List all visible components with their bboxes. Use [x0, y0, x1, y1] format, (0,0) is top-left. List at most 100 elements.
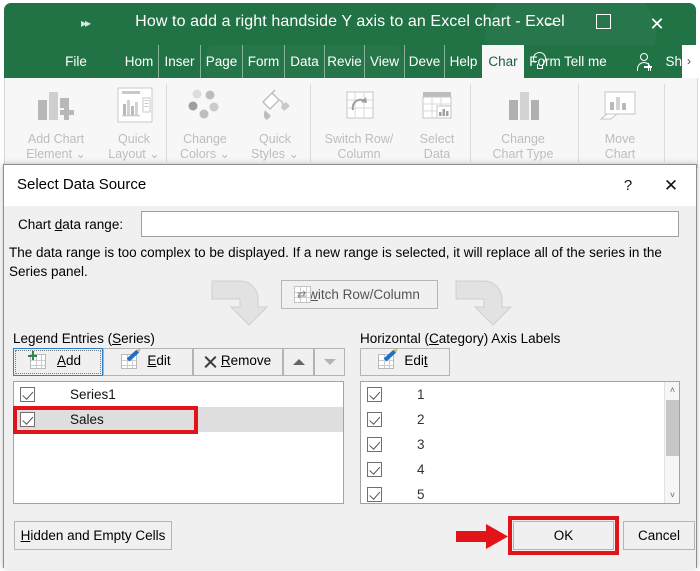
ribbon-button-switch-row-column[interactable]: Switch Row/ Column: [315, 84, 403, 161]
ribbon-label: Switch Row/ Column: [324, 132, 394, 161]
add-series-button[interactable]: Add: [13, 348, 103, 376]
ribbon-label: Move Chart: [604, 132, 636, 161]
ribbon-button-quick-styles[interactable]: Quick Styles ⌄: [243, 84, 307, 161]
heading-post: ategory) Axis Labels: [438, 331, 561, 346]
edit-icon: [378, 349, 396, 369]
switch-row-column-icon: ⇄: [294, 286, 311, 303]
scroll-down-icon[interactable]: ˅: [665, 487, 679, 503]
tab-review[interactable]: Revie: [324, 45, 364, 78]
category-label: 3: [417, 437, 425, 452]
heading-accel: C: [429, 331, 439, 346]
scroll-up-icon[interactable]: ˄: [665, 382, 679, 398]
series-checkbox[interactable]: [20, 412, 35, 427]
list-item[interactable]: 4: [361, 457, 679, 482]
ribbon-group-chart-styles: Change Colors ⌄ Quick Styles ⌄: [167, 78, 311, 168]
hidden-and-empty-cells-button[interactable]: Hidden and Empty Cells: [14, 521, 172, 550]
legend-entries-listbox[interactable]: Series1 Sales: [13, 381, 344, 504]
heading-pre: Legend Entries (: [13, 331, 113, 346]
ribbon-group-location: Move Chart: [579, 78, 665, 168]
edit-category-button[interactable]: Edit: [360, 348, 450, 376]
category-label: 5: [417, 487, 425, 502]
maximize-button[interactable]: [590, 12, 616, 36]
tab-developer[interactable]: Deve: [404, 45, 444, 78]
list-item[interactable]: Series1: [14, 382, 343, 407]
ribbon-body: Add Chart Element ⌄ Quick Layout ⌄ Chang…: [4, 78, 698, 168]
ribbon-button-quick-layout[interactable]: Quick Layout ⌄: [103, 84, 165, 161]
category-checkbox[interactable]: [367, 487, 382, 502]
tab-chart-design[interactable]: Char: [482, 45, 524, 78]
list-item[interactable]: 2: [361, 407, 679, 432]
category-label: 4: [417, 462, 425, 477]
move-chart-icon: [596, 84, 644, 128]
close-icon[interactable]: ✕: [658, 174, 684, 198]
edit-series-button[interactable]: Edit: [103, 348, 193, 376]
ribbon-group-type: Change Chart Type: [471, 78, 579, 168]
ok-button[interactable]: OK: [513, 521, 614, 550]
category-label: 2: [417, 412, 425, 427]
category-axis-listbox[interactable]: 1 2 3 4 5 ˄ ˅: [360, 381, 680, 504]
tell-me-box[interactable]: Tell me: [564, 45, 607, 78]
hidden-label-post: idden and Empty Cells: [30, 528, 166, 543]
remove-label-post: emove: [230, 353, 272, 368]
range-too-complex-note: The data range is too complex to be disp…: [9, 245, 662, 279]
edit-label-post: dit: [156, 353, 171, 368]
ribbon-tab-strip: File Hom Inser Page Form Data Revie View…: [4, 45, 696, 78]
minimize-button[interactable]: –: [538, 12, 564, 36]
ribbon-button-change-colors[interactable]: Change Colors ⌄: [171, 84, 239, 161]
triangle-up-icon: [292, 359, 305, 365]
hidden-label-accel: H: [20, 528, 31, 543]
tab-insert[interactable]: Inser: [158, 45, 200, 78]
switch-row-column-button[interactable]: ⇄ Switch Row/Column: [281, 280, 438, 309]
person-add-icon: [636, 53, 653, 71]
ribbon-overflow-chevron-icon[interactable]: ›: [682, 45, 696, 78]
tab-file[interactable]: File: [50, 45, 102, 78]
tab-page-layout[interactable]: Page: [200, 45, 242, 78]
move-series-down-button[interactable]: [314, 348, 345, 376]
ribbon-button-move-chart[interactable]: Move Chart: [585, 84, 655, 161]
screenshot-root: ▸▸ How to add a right handside Y axis to…: [0, 0, 700, 571]
category-checkbox[interactable]: [367, 437, 382, 452]
category-checkbox[interactable]: [367, 412, 382, 427]
quick-layout-icon: [112, 84, 156, 128]
excel-title-bar: ▸▸ How to add a right handside Y axis to…: [4, 3, 696, 45]
chart-data-range-input[interactable]: [141, 211, 679, 237]
ribbon-label: Change Colors ⌄: [179, 132, 231, 161]
list-item[interactable]: 1: [361, 382, 679, 407]
tab-data[interactable]: Data: [284, 45, 324, 78]
category-scrollbar[interactable]: ˄ ˅: [664, 382, 679, 503]
tab-view[interactable]: View: [364, 45, 404, 78]
tab-help[interactable]: Help: [444, 45, 482, 78]
move-series-up-button[interactable]: [283, 348, 314, 376]
help-icon[interactable]: ?: [617, 175, 639, 197]
select-data-icon: [413, 84, 461, 128]
triangle-down-icon: [323, 359, 336, 365]
add-label-accel: A: [56, 353, 66, 368]
heading-accel: S: [112, 331, 122, 346]
series-checkbox[interactable]: [20, 387, 35, 402]
cancel-button[interactable]: Cancel: [623, 521, 695, 550]
heading-post: eries): [121, 331, 155, 346]
list-item[interactable]: Sales: [14, 407, 343, 432]
remove-series-button[interactable]: Remove: [193, 348, 283, 376]
category-checkbox[interactable]: [367, 387, 382, 402]
dialog-title: Select Data Source: [17, 176, 147, 193]
remove-label-accel: R: [220, 353, 231, 368]
ribbon-button-select-data[interactable]: Select Data: [407, 84, 467, 161]
ribbon-button-change-chart-type[interactable]: Change Chart Type: [477, 84, 569, 161]
list-item[interactable]: 5: [361, 482, 679, 503]
list-item[interactable]: 3: [361, 432, 679, 457]
close-button[interactable]: ✕: [644, 12, 670, 36]
scrollbar-thumb[interactable]: [666, 400, 679, 456]
window-title: How to add a right handside Y axis to an…: [135, 13, 565, 30]
excel-window: ▸▸ How to add a right handside Y axis to…: [0, 0, 700, 172]
switch-row-column-icon: [335, 84, 383, 128]
remove-icon: [203, 355, 218, 369]
quick-styles-icon: [251, 84, 299, 128]
share-button[interactable]: Sh: [665, 45, 682, 78]
add-chart-element-icon: [30, 84, 82, 128]
tab-formulas[interactable]: Form: [242, 45, 284, 78]
ribbon-button-add-chart-element[interactable]: Add Chart Element ⌄: [15, 84, 97, 161]
ribbon-label: Quick Styles ⌄: [251, 132, 299, 161]
category-checkbox[interactable]: [367, 462, 382, 477]
tab-home[interactable]: Hom: [120, 45, 158, 78]
